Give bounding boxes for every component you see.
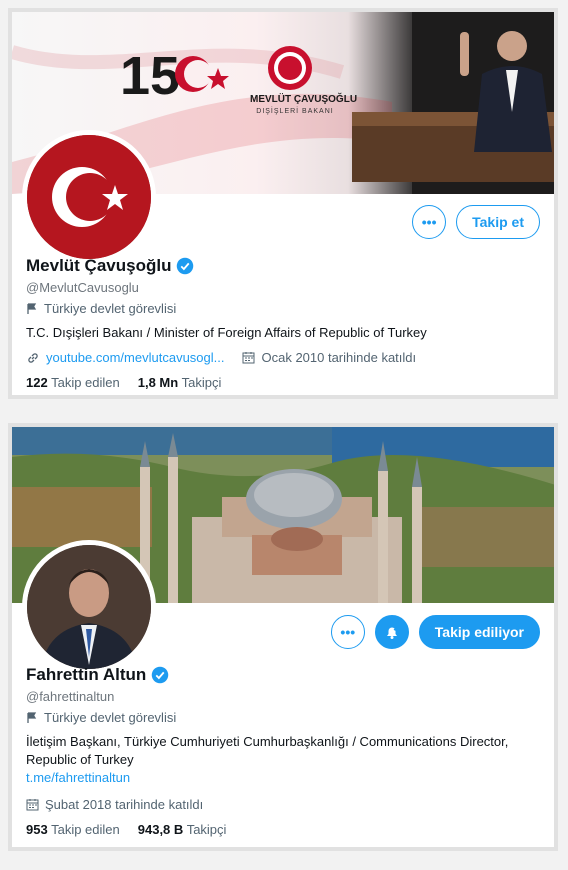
profile-actions: ••• Takip ediliyor (330, 615, 540, 649)
profile-link[interactable]: t.me/fahrettinaltun (26, 769, 540, 787)
banner-title: MEVLÜT ÇAVUŞOĞLU (250, 94, 358, 105)
display-name: Mevlüt Çavuşoğlu (26, 256, 172, 275)
follow-button[interactable]: Takip et (456, 205, 540, 239)
profile-category: Türkiye devlet görevlisi (26, 301, 540, 316)
follow-stats: 953 Takip edilen 943,8 B Takipçi (26, 822, 540, 837)
profile-bio: T.C. Dışişleri Bakanı / Minister of Fore… (26, 325, 427, 340)
banner-subtitle: DIŞİŞLERİ BAKANI (256, 108, 334, 115)
follow-stats: 122 Takip edilen 1,8 Mn Takipçi (26, 375, 540, 390)
profile-meta: youtube.com/mevlutcavusogl... Ocak 2010 … (26, 350, 540, 365)
join-date: Ocak 2010 tarihinde katıldı (261, 350, 417, 365)
notifications-button[interactable] (374, 615, 409, 649)
username-handle: @fahrettinaltun (26, 689, 115, 704)
following-button[interactable]: Takip ediliyor (418, 615, 540, 649)
profile-info: Fahrettin Altun @fahrettinaltun Türkiye … (26, 665, 540, 837)
followers-stat[interactable]: 1,8 Mn Takipçi (138, 375, 222, 390)
profile-card-altun: ••• Takip ediliyor Fahrettin Altun @fahr… (8, 423, 558, 851)
followers-label: Takipçi (181, 375, 222, 390)
profile-meta: Şubat 2018 tarihinde katıldı (26, 797, 540, 812)
anniversary-logo: 15 (120, 46, 180, 106)
profile-bio: İletişim Başkanı, Türkiye Cumhuriyeti Cu… (26, 734, 509, 767)
join-date: Şubat 2018 tarihinde katıldı (45, 797, 204, 812)
link-icon (28, 352, 38, 363)
followers-label: Takipçi (186, 822, 227, 837)
more-button[interactable]: ••• (330, 615, 365, 649)
profile-link[interactable]: youtube.com/mevlutcavusogl... (46, 350, 224, 365)
verified-badge-icon (152, 666, 169, 684)
flag-icon (27, 302, 37, 314)
profile-actions: ••• Takip et (412, 205, 540, 239)
turkish-flag-avatar (27, 135, 151, 259)
category-label: Türkiye devlet görevlisi (44, 710, 177, 725)
flag-icon (27, 711, 37, 723)
followers-count: 1,8 Mn (137, 375, 179, 390)
profile-card-cavusoglu: 15 MEVLÜT ÇAVUŞOĞLU DIŞİŞLERİ BAKANI •••… (8, 8, 558, 399)
following-label: Takip edilen (51, 822, 120, 837)
calendar-icon (242, 352, 255, 364)
username-handle: @MevlutCavusoglu (26, 280, 139, 295)
category-label: Türkiye devlet görevlisi (44, 301, 177, 316)
profile-category: Türkiye devlet görevlisi (26, 710, 540, 725)
person-photo-avatar (27, 545, 151, 669)
following-stat[interactable]: 122 Takip edilen (26, 375, 120, 390)
following-label: Takip edilen (51, 375, 120, 390)
followers-count: 943,8 B (137, 822, 184, 837)
following-count: 953 (26, 822, 48, 837)
more-button[interactable]: ••• (412, 205, 447, 239)
bell-icon (386, 627, 398, 639)
profile-info: Mevlüt Çavuşoğlu @MevlutCavusoglu Türkiy… (26, 256, 540, 390)
following-count: 122 (26, 375, 48, 390)
calendar-icon (26, 799, 39, 811)
profile-avatar[interactable] (22, 130, 156, 264)
more-icon: ••• (340, 624, 356, 640)
more-icon: ••• (421, 214, 437, 230)
display-name: Fahrettin Altun (26, 665, 147, 684)
verified-badge-icon (177, 257, 194, 275)
following-stat[interactable]: 953 Takip edilen (26, 822, 120, 837)
followers-stat[interactable]: 943,8 B Takipçi (138, 822, 227, 837)
profile-avatar[interactable] (22, 540, 156, 674)
